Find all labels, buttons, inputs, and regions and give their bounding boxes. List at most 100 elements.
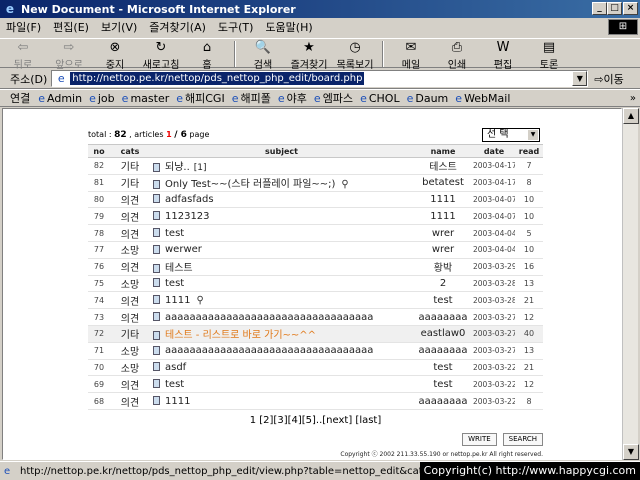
address-dropdown-icon[interactable]: ▼ [572,71,588,86]
link-happycgi[interactable]: e 해피CGI [176,90,224,106]
row-subject[interactable]: test [150,275,413,293]
row-subject[interactable]: Only Test~~(스타 러플레이 파일~~;) ⚲ [150,174,413,192]
link-admin[interactable]: e Admin [38,92,82,105]
header-no[interactable]: no [88,144,110,158]
table-row[interactable]: 77 소망 werwer wrer 2003-04-04 10 [88,241,543,259]
subject-link[interactable]: 1111 [165,396,190,407]
ie-link-icon: e [121,91,129,105]
link-webmail[interactable]: e WebMail [455,92,510,105]
table-row[interactable]: 70 소망 asdf test 2003-03-22 21 [88,359,543,377]
table-row[interactable]: 69 의견 test test 2003-03-22 12 [88,375,543,394]
row-subject[interactable]: adfasfads [150,191,413,209]
go-button[interactable]: ⇨이동 [594,71,623,87]
row-subject[interactable]: 테스트 [150,258,413,276]
subject-link[interactable]: adfasfads [165,194,214,205]
home-button[interactable]: ⌂ 홈 [184,39,230,71]
address-url[interactable]: http://nettop.pe.kr/nettop/pds_nettop_ph… [70,72,365,85]
header-read[interactable]: read [515,144,543,158]
address-label: 주소(D) [10,72,48,86]
link-master[interactable]: e master [122,92,170,105]
row-subject[interactable]: test [150,224,413,242]
subject-link[interactable]: aaaaaaaaaaaaaaaaaaaaaaaaaaaaaaaaaa [165,312,373,323]
row-subject[interactable]: 1111 ⚲ [150,291,413,310]
row-subject[interactable]: test [150,375,413,394]
row-subject[interactable]: 테스트 - 리스트로 바로 가기~~^^ [150,325,413,343]
table-row[interactable]: 75 소망 test 2 2003-03-28 13 [88,275,543,293]
back-button[interactable]: ⇦ 뒤로 [0,39,46,71]
menu-view[interactable]: 보기(V) [95,19,143,35]
header-date[interactable]: date [473,144,515,158]
address-input[interactable]: e http://nettop.pe.kr/nettop/pds_nettop_… [51,70,589,87]
row-date: 2003-03-22 [473,375,515,394]
search-board-button[interactable]: SEARCH [502,432,543,446]
scroll-down-icon[interactable]: ▼ [623,444,639,460]
table-row[interactable]: 81 기타 Only Test~~(스타 러플레이 파일~~;) ⚲ betatest 2… [88,174,543,192]
header-cats[interactable]: cats [110,144,150,158]
subject-link[interactable]: 되냥.. [165,162,190,173]
print-button[interactable]: ⎙ 인쇄 [434,39,480,71]
table-row[interactable]: 80 의견 adfasfads 1111 2003-04-07 10 [88,191,543,209]
search-button[interactable]: 🔍 검색 [240,39,286,71]
link-empas[interactable]: e 엠파스 [314,90,353,106]
history-button[interactable]: ◷ 목록보기 [332,39,378,71]
link-happypoll[interactable]: e 해피폴 [232,90,271,106]
board-buttons: WRITE SEARCH [88,432,543,446]
row-subject[interactable]: werwer [150,241,413,259]
subject-link[interactable]: asdf [165,362,186,373]
maximize-button[interactable]: □ [607,2,622,15]
table-row[interactable]: 74 의견 1111 ⚲ test 2003-03-28 21 [88,291,543,310]
row-no: 81 [88,174,110,192]
header-subject[interactable]: subject [150,144,413,158]
subject-link[interactable]: Only Test~~(스타 러플레이 파일~~;) [165,179,335,190]
menu-tools[interactable]: 도구(T) [212,19,260,35]
pagination[interactable]: 1 [2][3][4][5]..[next] [last] [88,415,543,429]
table-row[interactable]: 73 의견 aaaaaaaaaaaaaaaaaaaaaaaaaaaaaaaaaa aa… [88,308,543,326]
write-button[interactable]: WRITE [462,432,497,446]
forward-button[interactable]: ⇨ 앞으로 [46,39,92,71]
row-subject[interactable]: 1123123 [150,207,413,226]
table-row[interactable]: 78 의견 test wrer 2003-04-04 5 [88,224,543,242]
subject-link[interactable]: werwer [165,244,202,255]
edit-button[interactable]: W 편집 [480,39,526,71]
category-select[interactable]: 선 택 ▼ [482,127,540,142]
table-row[interactable]: 72 기타 테스트 - 리스트로 바로 가기~~^^ eastlaw0 2003-03-… [88,325,543,343]
link-job[interactable]: e job [89,92,115,105]
header-name[interactable]: name [413,144,473,158]
subject-link[interactable]: aaaaaaaaaaaaaaaaaaaaaaaaaaaaaaaaaa [165,345,373,356]
discuss-button[interactable]: ▤ 토론 [526,39,572,71]
subject-link[interactable]: 테스트 - 리스트로 바로 가기~~^^ [165,330,316,341]
chevron-more-icon[interactable]: » [630,93,636,104]
row-subject[interactable]: asdf [150,359,413,377]
minimize-button[interactable]: _ [592,2,607,15]
subject-link[interactable]: test [165,379,184,390]
subject-link[interactable]: test [165,278,184,289]
vertical-scrollbar[interactable]: ▲ ▼ [622,108,639,460]
menu-help[interactable]: 도움말(H) [259,19,318,35]
subject-link[interactable]: 1111 [165,295,190,306]
mail-button[interactable]: ✉ 메일 [388,39,434,71]
table-row[interactable]: 71 소망 aaaaaaaaaaaaaaaaaaaaaaaaaaaaaaaaaa aa… [88,342,543,360]
subject-link[interactable]: 1123123 [165,211,210,222]
row-subject[interactable]: aaaaaaaaaaaaaaaaaaaaaaaaaaaaaaaaaa [150,342,413,360]
menu-file[interactable]: 파일(F) [0,19,47,35]
table-row[interactable]: 82 기타 되냥.. [1] 테스트 2003-04-17 7 [88,157,543,175]
favorites-button[interactable]: ★ 즐겨찾기 [286,39,332,71]
table-row[interactable]: 79 의견 1123123 1111 2003-04-07 10 [88,207,543,226]
close-button[interactable]: × [623,2,638,15]
link-yahoo[interactable]: e 야후 [278,90,307,106]
row-subject[interactable]: 1111 [150,392,413,410]
board-info: total : 82 , articles 1 / 6 page 선 택 ▼ [88,125,543,144]
link-chol[interactable]: e CHOL [360,92,400,105]
refresh-button[interactable]: ↻ 새로고침 [138,39,184,71]
menu-edit[interactable]: 편집(E) [47,19,95,35]
stop-button[interactable]: ⊗ 중지 [92,39,138,71]
link-daum[interactable]: e Daum [407,92,449,105]
table-row[interactable]: 76 의견 테스트 황박 2003-03-29 16 [88,258,543,276]
subject-link[interactable]: 테스트 [165,263,193,274]
table-row[interactable]: 68 의견 1111 aaaaaaaa 2003-03-22 8 [88,392,543,410]
row-subject[interactable]: 되냥.. [1] [150,157,413,175]
row-subject[interactable]: aaaaaaaaaaaaaaaaaaaaaaaaaaaaaaaaaa [150,308,413,326]
subject-link[interactable]: test [165,228,184,239]
scroll-up-icon[interactable]: ▲ [623,108,639,124]
menu-favorites[interactable]: 즐겨찾기(A) [143,19,212,35]
